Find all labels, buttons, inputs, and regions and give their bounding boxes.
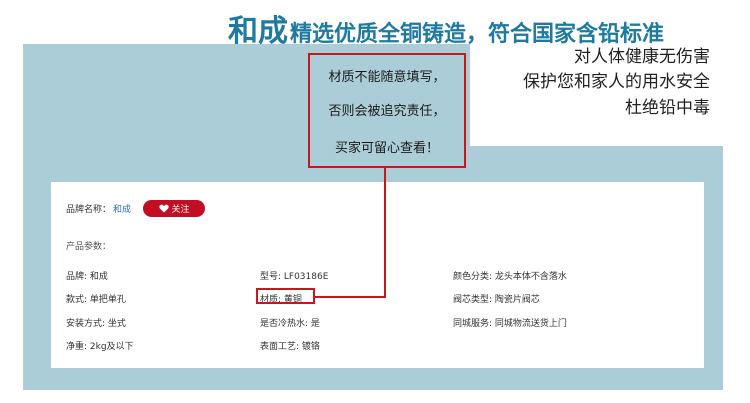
callout-line-1: 材质不能随意填写， <box>328 70 446 85</box>
param-model: 型号: LF03186E <box>260 272 329 282</box>
brand-label: 品牌名称： <box>66 205 112 215</box>
callout-line-3: 买家可留心查看！ <box>334 141 439 156</box>
param-brand: 品牌: 和成 <box>66 272 108 282</box>
product-params-card: 品牌名称： 和成 关注 产品参数： 品牌: 和成 款式: 单把单孔 安装方式: … <box>51 182 704 368</box>
sub-line-1: 对人体健康无伤害 <box>574 47 710 67</box>
sub-line-3: 杜绝铅中毒 <box>625 98 710 118</box>
brand-row: 品牌名称： 和成 关注 <box>66 200 206 217</box>
param-weight: 净重: 2kg及以下 <box>66 342 134 352</box>
detail-page: 和成 精选优质全铜铸造，符合国家含铅标准 对人体健康无伤害 保护您和家人的用水安… <box>0 0 750 403</box>
material-highlight-box <box>256 288 315 304</box>
param-install: 安装方式: 坐式 <box>66 319 126 329</box>
follow-button[interactable]: 关注 <box>143 200 206 217</box>
param-hot-cold: 是否冷热水: 是 <box>260 319 320 329</box>
brand-link[interactable]: 和成 <box>113 202 131 215</box>
param-local-service: 同城服务: 同城物流送货上门 <box>453 319 567 329</box>
params-title: 产品参数： <box>66 242 112 252</box>
headline-brand: 和成 <box>228 14 288 49</box>
param-style: 款式: 单把单孔 <box>66 295 126 305</box>
sub-line-2: 保护您和家人的用水安全 <box>523 72 710 92</box>
param-finish: 表面工艺: 镀铬 <box>260 342 320 352</box>
headline: 和成 精选优质全铜铸造，符合国家含铅标准 <box>228 6 664 49</box>
param-valve: 阀芯类型: 陶瓷片阀芯 <box>453 295 540 305</box>
connector-horizontal <box>314 296 386 298</box>
callout-line-2: 否则会被追究责任， <box>328 104 446 119</box>
follow-label: 关注 <box>171 205 190 215</box>
material-callout: 材质不能随意填写， 否则会被追究责任， 买家可留心查看！ <box>308 53 466 168</box>
connector-vertical <box>384 168 386 298</box>
heart-icon <box>158 204 169 213</box>
param-color: 颜色分类: 龙头本体不含落水 <box>453 272 567 282</box>
